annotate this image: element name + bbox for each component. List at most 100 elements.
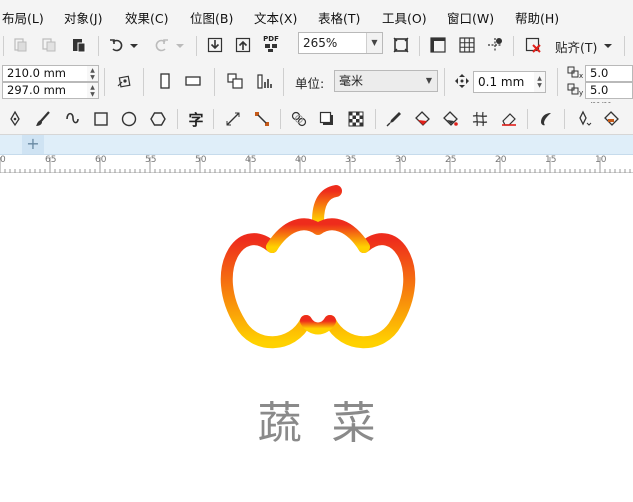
drop-shadow-icon[interactable] bbox=[316, 108, 338, 130]
import-icon[interactable] bbox=[9, 34, 31, 56]
toolbox: 字 bbox=[0, 103, 633, 135]
ruler-label: 35 bbox=[345, 155, 357, 165]
ruler-label: 45 bbox=[245, 155, 257, 165]
menu-window[interactable]: 窗口(W) bbox=[447, 8, 494, 27]
page-height-stepper[interactable]: ▲ ▼ bbox=[87, 82, 99, 99]
redo-dropdown-icon[interactable] bbox=[174, 34, 186, 56]
zoom-level-select[interactable]: 265% ▼ bbox=[298, 32, 383, 54]
nudge-distance-icon bbox=[451, 70, 473, 92]
smart-fill-icon[interactable] bbox=[440, 108, 462, 130]
snap-off-icon[interactable] bbox=[522, 34, 544, 56]
text-tool-icon[interactable]: 字 bbox=[185, 108, 207, 130]
ruler-label: 50 bbox=[195, 155, 207, 165]
page-width-field[interactable]: 210.0 mm bbox=[2, 65, 88, 82]
eraser-icon[interactable] bbox=[498, 108, 520, 130]
separator bbox=[557, 68, 558, 96]
duplicate-y-field[interactable]: 5.0 mm bbox=[585, 82, 633, 112]
separator bbox=[283, 68, 284, 96]
landscape-icon[interactable] bbox=[182, 70, 204, 92]
toolbar-grip bbox=[3, 36, 4, 56]
menu-tools[interactable]: 工具(O) bbox=[382, 8, 427, 27]
ruler-label: 40 bbox=[295, 155, 307, 165]
undo-icon[interactable] bbox=[106, 34, 128, 56]
chevron-down-icon: ▼ bbox=[421, 71, 437, 91]
standard-toolbar: PDF 265% ▼ 贴齐(T) bbox=[0, 30, 633, 60]
caption-text: 蔬菜 bbox=[257, 398, 406, 449]
separator bbox=[375, 109, 376, 129]
menu-bar: 布局(L) 对象(J) 效果(C) 位图(B) 文本(X) 表格(T) 工具(O… bbox=[0, 0, 633, 30]
full-screen-icon[interactable] bbox=[390, 34, 412, 56]
ruler-label: 10 bbox=[595, 155, 607, 165]
separator bbox=[564, 109, 565, 129]
copy-icon[interactable] bbox=[38, 34, 60, 56]
menu-table[interactable]: 表格(T) bbox=[318, 8, 360, 27]
separator bbox=[513, 36, 514, 56]
dimension-icon[interactable] bbox=[222, 108, 244, 130]
menu-effects[interactable]: 效果(C) bbox=[125, 8, 168, 27]
show-rulers-icon[interactable] bbox=[427, 34, 449, 56]
separator bbox=[444, 68, 445, 96]
duplicate-x-field[interactable]: 5.0 mm bbox=[585, 65, 633, 95]
rectangle-icon[interactable] bbox=[90, 108, 112, 130]
mesh-fill-icon[interactable] bbox=[469, 108, 491, 130]
separator bbox=[213, 109, 214, 129]
all-pages-layout-icon[interactable] bbox=[224, 70, 246, 92]
menu-bitmap[interactable]: 位图(B) bbox=[190, 8, 233, 27]
current-page-layout-icon[interactable] bbox=[253, 70, 275, 92]
ruler-label: 65 bbox=[45, 155, 57, 165]
document-tab-strip: + bbox=[0, 135, 633, 155]
polygon-icon[interactable] bbox=[147, 108, 169, 130]
brush-icon[interactable] bbox=[32, 108, 54, 130]
export-file-icon[interactable] bbox=[232, 34, 254, 56]
snap-to-button[interactable]: 贴齐(T) bbox=[555, 37, 597, 56]
ruler-label: 55 bbox=[145, 155, 157, 165]
page-width-stepper[interactable]: ▲ ▼ bbox=[87, 65, 99, 82]
nudge-distance-stepper[interactable]: ▲ ▼ bbox=[534, 71, 546, 93]
curve-icon[interactable] bbox=[61, 108, 83, 130]
paste-icon[interactable] bbox=[68, 34, 90, 56]
ellipse-icon[interactable] bbox=[118, 108, 140, 130]
menu-help[interactable]: 帮助(H) bbox=[515, 8, 559, 27]
units-select[interactable]: 毫米 ▼ bbox=[334, 70, 438, 92]
show-grid-icon[interactable] bbox=[456, 34, 478, 56]
fill-pattern-icon[interactable] bbox=[601, 108, 623, 130]
page-height-field[interactable]: 297.0 mm bbox=[2, 82, 88, 99]
interactive-fill-icon[interactable] bbox=[412, 108, 434, 130]
eyedropper-icon[interactable] bbox=[383, 108, 405, 130]
ruler-label: 25 bbox=[445, 155, 457, 165]
undo-dropdown-icon[interactable] bbox=[128, 34, 140, 56]
import-file-icon[interactable] bbox=[204, 34, 226, 56]
menu-object[interactable]: 对象(J) bbox=[64, 8, 102, 27]
transparency-icon[interactable] bbox=[345, 108, 367, 130]
menu-text[interactable]: 文本(X) bbox=[254, 8, 297, 27]
snap-dropdown-icon[interactable] bbox=[602, 34, 614, 56]
ruler-label: 15 bbox=[545, 155, 557, 165]
units-label: 单位: bbox=[295, 76, 325, 91]
blend-icon[interactable] bbox=[288, 108, 310, 130]
dup-x-subscript: x bbox=[579, 72, 584, 80]
chevron-down-icon: ▼ bbox=[366, 33, 382, 53]
pdf-label: PDF bbox=[263, 35, 279, 43]
portrait-icon[interactable] bbox=[154, 70, 176, 92]
artistic-media-icon[interactable] bbox=[535, 108, 557, 130]
pen-nib-icon[interactable] bbox=[4, 108, 26, 130]
publish-pdf-icon[interactable]: PDF bbox=[260, 33, 282, 55]
menu-layout[interactable]: 布局(L) bbox=[2, 8, 44, 27]
horizontal-ruler[interactable]: 0 65 60 55 50 45 40 35 30 25 20 15 10 bbox=[0, 155, 633, 173]
show-guidelines-icon[interactable] bbox=[484, 34, 506, 56]
redo-icon[interactable] bbox=[150, 34, 172, 56]
nudge-distance-field[interactable]: 0.1 mm bbox=[473, 71, 535, 93]
units-value: 毫米 bbox=[339, 74, 364, 88]
separator bbox=[177, 109, 178, 129]
pumpkin-icon[interactable] bbox=[0, 173, 633, 373]
separator bbox=[419, 36, 420, 56]
add-document-tab[interactable]: + bbox=[22, 135, 44, 154]
outline-pen-icon[interactable] bbox=[572, 108, 594, 130]
separator bbox=[214, 68, 215, 96]
property-bar: 210.0 mm ▲ ▼ 297.0 mm ▲ ▼ 单位: 毫米 ▼ 0.1 mm … bbox=[0, 60, 633, 112]
separator bbox=[527, 109, 528, 129]
drawing-canvas[interactable]: 蔬菜 bbox=[0, 173, 633, 502]
all-pages-icon[interactable] bbox=[114, 70, 136, 92]
dup-y-subscript: y bbox=[579, 89, 584, 97]
connector-icon[interactable] bbox=[251, 108, 273, 130]
